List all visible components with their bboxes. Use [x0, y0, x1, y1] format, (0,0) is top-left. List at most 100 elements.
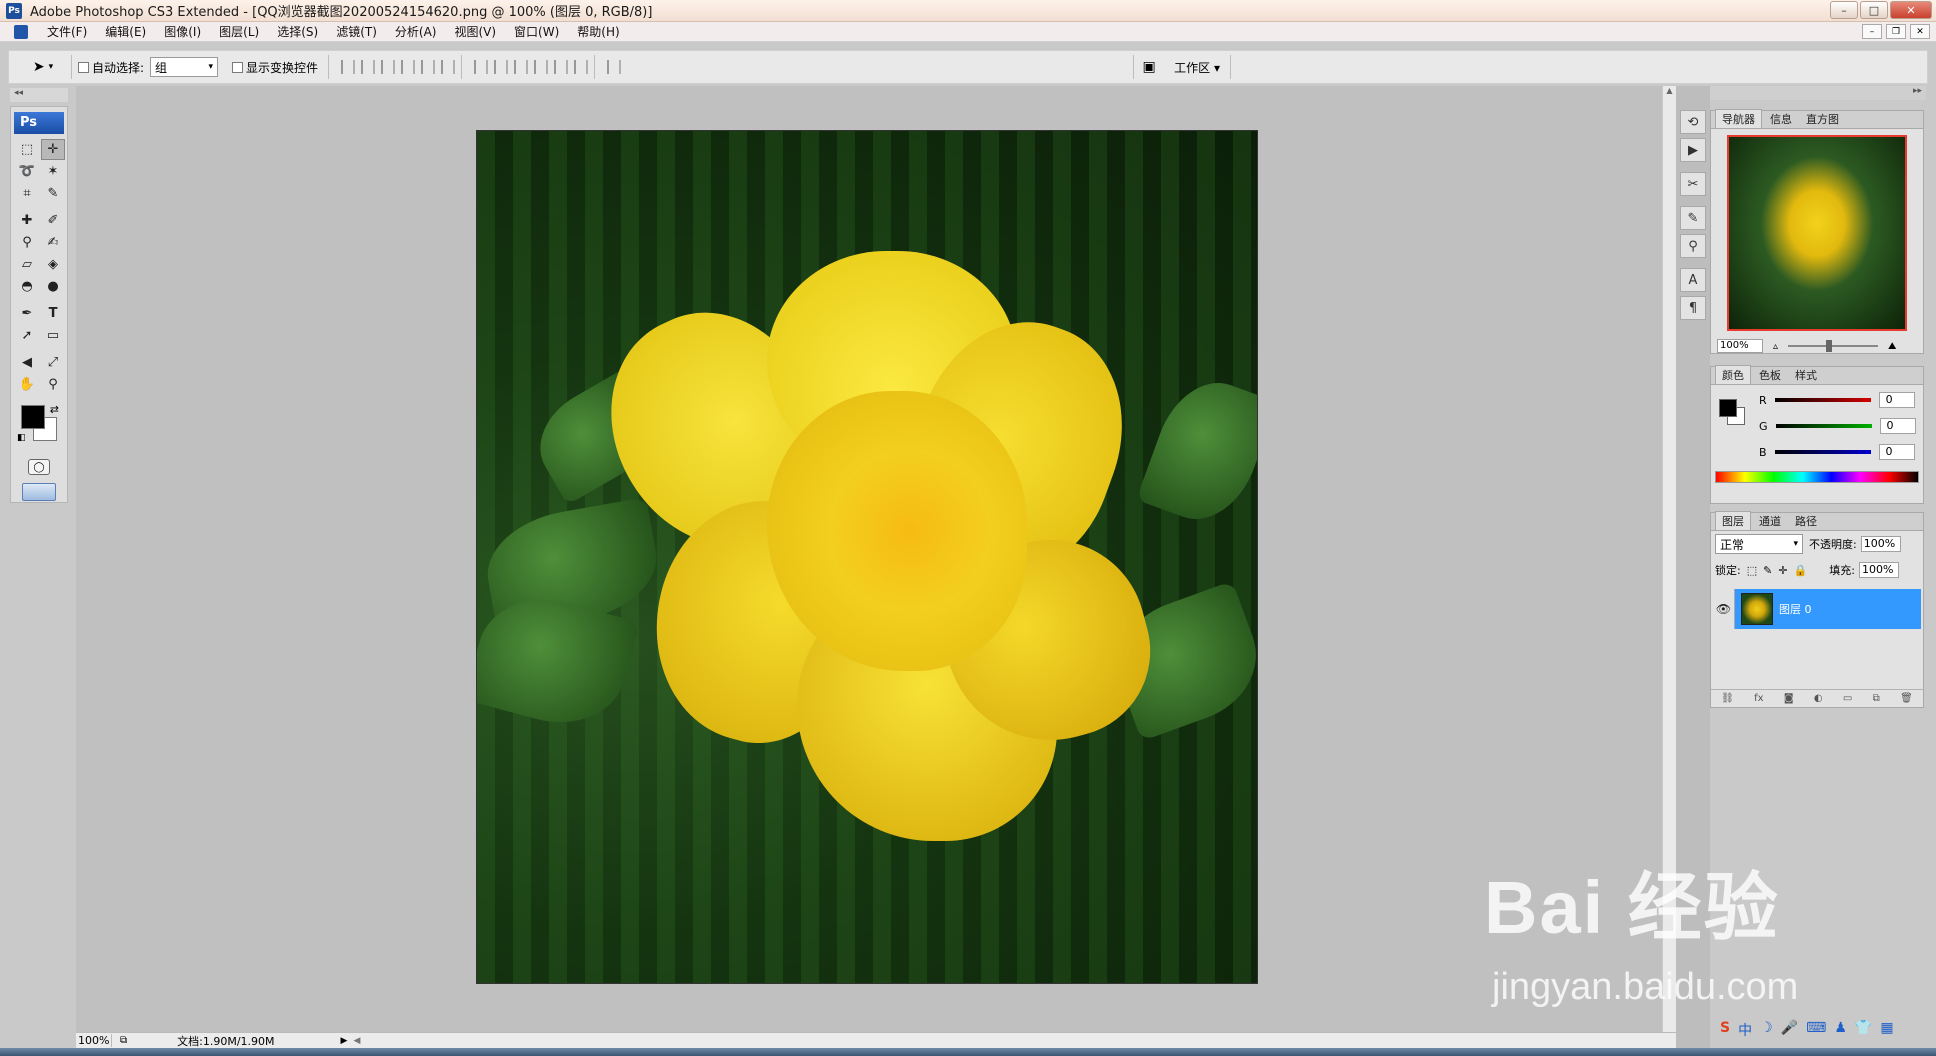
menu-window[interactable]: 窗口(W): [505, 23, 568, 40]
red-value-input[interactable]: 0: [1878, 392, 1915, 408]
tab-layers[interactable]: 图层: [1715, 511, 1751, 530]
blur-tool-icon[interactable]: ◓: [15, 276, 39, 297]
path-selection-tool-icon[interactable]: ➚: [15, 325, 39, 346]
lock-position-icon[interactable]: ✛: [1778, 564, 1787, 577]
swap-colors-icon[interactable]: ⇄: [50, 403, 59, 416]
clone-source-icon[interactable]: ⚲: [1680, 234, 1706, 258]
align-vcenter-icon[interactable]: [361, 60, 376, 74]
slice-tool-icon[interactable]: ✎: [41, 183, 65, 204]
align-top-icon[interactable]: [341, 60, 356, 74]
menu-analysis[interactable]: 分析(A): [386, 23, 446, 40]
quick-mask-button[interactable]: ◯: [28, 459, 50, 475]
tool-presets-icon[interactable]: ✂: [1680, 172, 1706, 196]
tab-channels[interactable]: 通道: [1753, 512, 1787, 530]
align-right-icon[interactable]: [441, 60, 456, 74]
ime-punct-icon[interactable]: ☽: [1760, 1020, 1773, 1040]
ps-logo[interactable]: Ps: [14, 112, 64, 134]
paragraph-icon[interactable]: ¶: [1680, 296, 1706, 320]
add-mask-icon[interactable]: ◙: [1784, 693, 1794, 704]
blend-mode-dropdown[interactable]: 正常 ▾: [1715, 534, 1803, 554]
close-button[interactable]: ✕: [1890, 1, 1932, 19]
status-menu-icon[interactable]: ⧉: [120, 1035, 127, 1046]
brushes-icon[interactable]: ✎: [1680, 206, 1706, 230]
ime-skin-icon[interactable]: 👕: [1855, 1020, 1872, 1040]
character-icon[interactable]: A: [1680, 268, 1706, 292]
scroll-up-icon[interactable]: ▲: [1663, 86, 1676, 95]
new-layer-icon[interactable]: ⧉: [1873, 693, 1880, 704]
visibility-eye-icon[interactable]: 👁: [1713, 589, 1735, 629]
brush-tool-icon[interactable]: ✐: [41, 210, 65, 231]
navigator-zoom-input[interactable]: 100%: [1717, 339, 1763, 353]
color-spectrum-ramp[interactable]: [1715, 471, 1919, 483]
workspace-button[interactable]: 工作区 ▾: [1174, 59, 1220, 76]
align-hcenter-icon[interactable]: [421, 60, 436, 74]
red-slider[interactable]: [1774, 398, 1871, 402]
blue-slider[interactable]: [1774, 450, 1871, 454]
healing-brush-tool-icon[interactable]: ✚: [15, 210, 39, 231]
layer-thumbnail[interactable]: [1741, 593, 1773, 625]
minimize-button[interactable]: –: [1830, 1, 1858, 19]
sogou-ime-icon[interactable]: S: [1720, 1020, 1730, 1040]
delete-layer-icon[interactable]: 🗑: [1900, 693, 1913, 704]
pen-tool-icon[interactable]: ✒: [15, 303, 39, 324]
document-icon[interactable]: [14, 24, 28, 39]
show-transform-checkbox[interactable]: [232, 61, 244, 73]
new-group-icon[interactable]: ▭: [1843, 693, 1852, 704]
align-left-icon[interactable]: [401, 60, 416, 74]
tab-info[interactable]: 信息: [1764, 110, 1798, 128]
tab-navigator[interactable]: 导航器: [1715, 109, 1762, 128]
lasso-tool-icon[interactable]: ➰: [15, 161, 39, 182]
tools-panel-header[interactable]: ◂◂: [10, 88, 68, 102]
ime-voice-icon[interactable]: 🎤: [1781, 1020, 1798, 1040]
foreground-color-swatch[interactable]: [21, 405, 45, 429]
doc-close-button[interactable]: ✕: [1910, 24, 1930, 39]
default-colors-icon[interactable]: ◧: [17, 433, 26, 443]
distribute-vcenter-icon[interactable]: [494, 60, 509, 74]
distribute-hcenter-icon[interactable]: [554, 60, 569, 74]
tab-swatches[interactable]: 色板: [1753, 366, 1787, 384]
move-tool-icon[interactable]: ✛: [41, 139, 65, 160]
navigator-zoom-slider[interactable]: [1788, 340, 1879, 352]
distribute-top-icon[interactable]: [474, 60, 489, 74]
menu-image[interactable]: 图像(I): [155, 23, 210, 40]
green-value-input[interactable]: 0: [1879, 418, 1916, 434]
eraser-tool-icon[interactable]: ▱: [15, 254, 39, 275]
slider-handle[interactable]: [1826, 340, 1833, 352]
vertical-scrollbar[interactable]: ▲: [1662, 86, 1676, 1032]
blue-value-input[interactable]: 0: [1878, 444, 1915, 460]
crop-tool-icon[interactable]: ⌗: [15, 183, 39, 204]
adjustment-layer-icon[interactable]: ◐: [1814, 693, 1823, 704]
bridge-icon[interactable]: ▣: [1134, 59, 1164, 75]
hand-tool-icon[interactable]: ✋: [15, 374, 39, 395]
dodge-tool-icon[interactable]: ●: [41, 276, 65, 297]
auto-select-checkbox[interactable]: [78, 61, 89, 73]
zoom-out-icon[interactable]: ▵: [1773, 341, 1778, 352]
dock-header[interactable]: ▸▸: [1710, 86, 1926, 100]
lock-all-icon[interactable]: 🔒: [1794, 564, 1808, 577]
menu-edit[interactable]: 编辑(E): [96, 23, 155, 40]
layer-item[interactable]: 👁 图层 0: [1713, 589, 1921, 629]
shape-tool-icon[interactable]: ▭: [41, 325, 65, 346]
menu-file[interactable]: 文件(F): [38, 23, 96, 40]
opacity-input[interactable]: 100%: [1860, 536, 1901, 552]
clone-stamp-tool-icon[interactable]: ⚲: [15, 232, 39, 253]
tool-preset-picker[interactable]: ➤ ▾: [21, 54, 65, 80]
menu-filter[interactable]: 滤镜(T): [327, 23, 386, 40]
maximize-button[interactable]: □: [1860, 1, 1888, 19]
tab-color[interactable]: 颜色: [1715, 365, 1751, 384]
menu-help[interactable]: 帮助(H): [568, 23, 628, 40]
eyedropper-tool-icon[interactable]: ⤢: [41, 352, 65, 373]
doc-restore-button[interactable]: ❐: [1886, 24, 1906, 39]
history-icon[interactable]: ⟲: [1680, 110, 1706, 134]
magic-wand-tool-icon[interactable]: ✶: [41, 161, 65, 182]
menu-select[interactable]: 选择(S): [268, 23, 327, 40]
menu-layer[interactable]: 图层(L): [210, 23, 268, 40]
layer-style-icon[interactable]: fx: [1754, 693, 1763, 704]
zoom-tool-icon[interactable]: ⚲: [41, 374, 65, 395]
layer-name[interactable]: 图层 0: [1779, 601, 1812, 617]
type-tool-icon[interactable]: T: [41, 303, 65, 324]
align-bottom-icon[interactable]: [381, 60, 396, 74]
zoom-level[interactable]: 100%: [76, 1034, 112, 1047]
screen-mode-button[interactable]: [22, 483, 56, 501]
fill-input[interactable]: 100%: [1858, 562, 1899, 578]
